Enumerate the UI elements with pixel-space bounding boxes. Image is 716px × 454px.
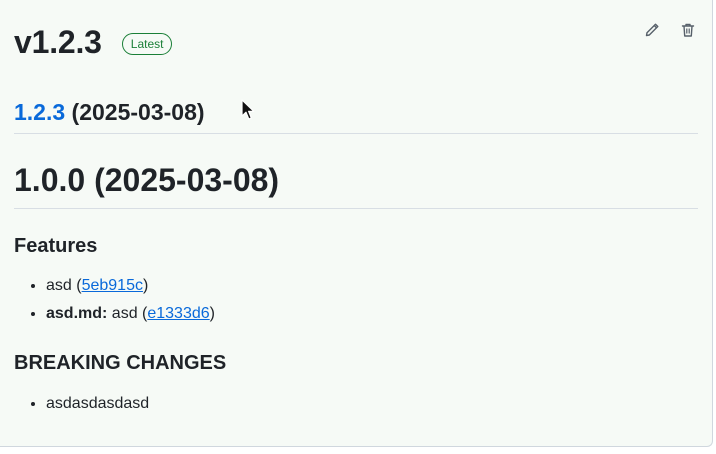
release-card: v1.2.3 Latest 1.2.3 (2025-03-08) 1.0.0 (…	[0, 0, 713, 447]
breaking-changes-heading: BREAKING CHANGES	[14, 352, 227, 374]
list-item: asdasdasdasd	[46, 390, 149, 418]
item-text: asd (	[107, 305, 148, 322]
pencil-icon	[645, 23, 659, 37]
edit-button[interactable]	[642, 18, 662, 42]
trash-icon	[681, 23, 695, 37]
version-link[interactable]: 1.2.3	[14, 99, 65, 125]
latest-badge: Latest	[121, 33, 173, 55]
item-text: )	[209, 305, 215, 322]
release-heading-h2: 1.2.3 (2025-03-08)	[14, 96, 698, 134]
mouse-cursor-icon	[241, 99, 255, 120]
version-date: (2025-03-08)	[71, 99, 205, 125]
item-text: asd (	[46, 277, 82, 294]
delete-button[interactable]	[678, 18, 698, 42]
release-heading-h1: 1.0.0 (2025-03-08)	[14, 158, 698, 209]
release-header: v1.2.3 Latest	[14, 22, 173, 62]
list-item: asd.md: asd (e1333d6)	[46, 300, 215, 328]
commit-link[interactable]: e1333d6	[147, 305, 209, 322]
breaking-changes-list: asdasdasdasd	[14, 390, 149, 418]
features-list: asd (5eb915c) asd.md: asd (e1333d6)	[14, 272, 215, 328]
item-text: )	[142, 277, 149, 294]
item-scope: asd.md:	[46, 305, 108, 322]
commit-link[interactable]: 5eb915c	[82, 277, 143, 294]
list-item: asd (5eb915c)	[46, 272, 215, 300]
release-actions	[642, 18, 698, 42]
release-title: v1.2.3	[14, 24, 102, 60]
features-heading: Features	[14, 235, 98, 257]
